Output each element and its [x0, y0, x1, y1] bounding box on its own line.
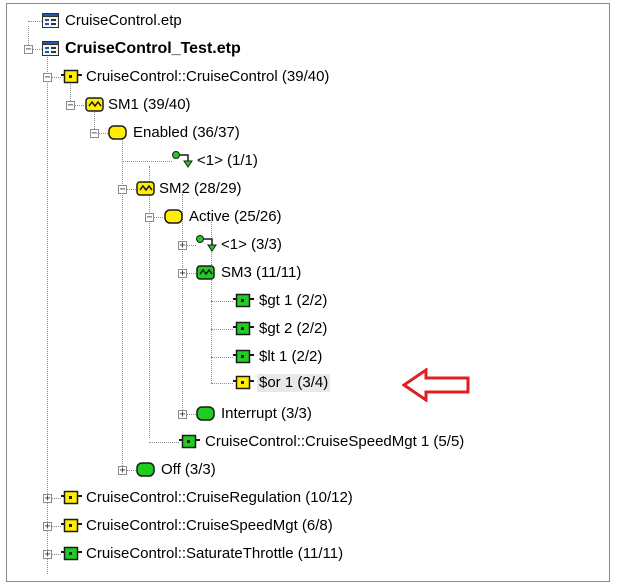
yellow-operator-icon: [61, 69, 82, 84]
tree-row-label: Interrupt (3/3): [221, 405, 312, 422]
tree-line: [99, 133, 108, 134]
tree-view: CruiseControl.etp − CruiseControl_Test.e…: [6, 3, 610, 582]
tree-line: [127, 470, 136, 471]
tree-line: [211, 383, 233, 384]
expand-toggle[interactable]: +: [43, 494, 52, 504]
tree-row-label: CruiseControl::CruiseSpeedMgt 1 (5/5): [205, 433, 465, 450]
expand-toggle[interactable]: +: [178, 241, 187, 251]
tree-line: [52, 526, 61, 527]
collapse-toggle[interactable]: −: [145, 213, 154, 223]
tree-row-label: CruiseControl::CruiseRegulation (10/12): [86, 489, 353, 506]
tree-line: [149, 166, 150, 438]
green-transition-icon: [172, 151, 193, 168]
expand-toggle[interactable]: +: [43, 522, 52, 532]
collapse-toggle[interactable]: −: [43, 73, 52, 83]
yellow-state-icon: [108, 125, 127, 140]
green-transition-icon: [196, 235, 217, 252]
tree-row-label: SM3 (11/11): [221, 264, 302, 281]
collapse-toggle[interactable]: −: [90, 129, 99, 139]
yellow-statemachine-icon: [85, 97, 104, 112]
green-statemachine-icon: [196, 265, 215, 280]
tree-line: [75, 105, 84, 106]
tree-row-label: <1> (3/3): [221, 236, 282, 253]
expand-toggle[interactable]: +: [178, 410, 187, 420]
tree-line: [52, 498, 61, 499]
tree-line: [52, 554, 61, 555]
tree-row-label: Enabled (36/37): [133, 124, 240, 141]
tree-line: [149, 442, 179, 443]
tree-line: [182, 194, 183, 414]
tree-row-label: SM2 (28/29): [159, 180, 242, 197]
tree-line: [187, 273, 196, 274]
yellow-operator-icon: [61, 490, 82, 505]
tree-row-label: SM1 (39/40): [108, 96, 191, 113]
file-grid-icon: [42, 41, 59, 56]
green-operator-icon: [233, 293, 254, 308]
green-operator-icon: [179, 434, 200, 449]
tree-row-label: $lt 1 (2/2): [259, 348, 323, 365]
tree-row-label: CruiseControl::SaturateThrottle (11/11): [86, 545, 344, 562]
tree-row-label: $gt 1 (2/2): [259, 292, 328, 309]
expand-toggle[interactable]: +: [43, 550, 52, 560]
tree-row-label: Active (25/26): [189, 208, 282, 225]
tree-line: [154, 217, 163, 218]
tree-line: [211, 357, 233, 358]
tree-row-label: CruiseControl_Test.etp: [65, 40, 241, 57]
tree-row-label: <1> (1/1): [197, 152, 258, 169]
yellow-operator-icon: [233, 375, 254, 390]
tree-line: [52, 77, 61, 78]
tree-line: [187, 414, 196, 415]
green-operator-icon: [61, 546, 82, 561]
tree-row-label: CruiseControl.etp: [65, 12, 182, 29]
collapse-toggle[interactable]: −: [66, 101, 75, 111]
tree-row-label: $or 1 (3/4): [257, 374, 331, 392]
collapse-toggle[interactable]: −: [24, 45, 33, 55]
collapse-toggle[interactable]: −: [118, 185, 127, 195]
tree-line: [127, 189, 136, 190]
yellow-state-icon: [164, 209, 183, 224]
tree-line: [211, 329, 233, 330]
yellow-operator-icon: [61, 518, 82, 533]
tree-row-label: CruiseControl::CruiseSpeedMgt (6/8): [86, 517, 333, 534]
tree-line: [28, 21, 42, 22]
tree-line: [211, 301, 233, 302]
tree-row-label: $gt 2 (2/2): [259, 320, 328, 337]
red-arrow-left-icon: [402, 368, 470, 402]
green-state-icon: [196, 406, 215, 421]
file-grid-icon: [42, 13, 59, 28]
green-operator-icon: [233, 349, 254, 364]
tree-row-label: Off (3/3): [161, 461, 216, 478]
green-state-icon: [136, 462, 155, 477]
yellow-statemachine-icon: [136, 181, 155, 196]
tree-line: [122, 161, 172, 162]
tree-row-label: CruiseControl::CruiseControl (39/40): [86, 68, 330, 85]
tree-line: [187, 245, 196, 246]
expand-toggle[interactable]: +: [118, 466, 127, 476]
tree-line: [33, 49, 42, 50]
expand-toggle[interactable]: +: [178, 269, 187, 279]
green-operator-icon: [233, 321, 254, 336]
